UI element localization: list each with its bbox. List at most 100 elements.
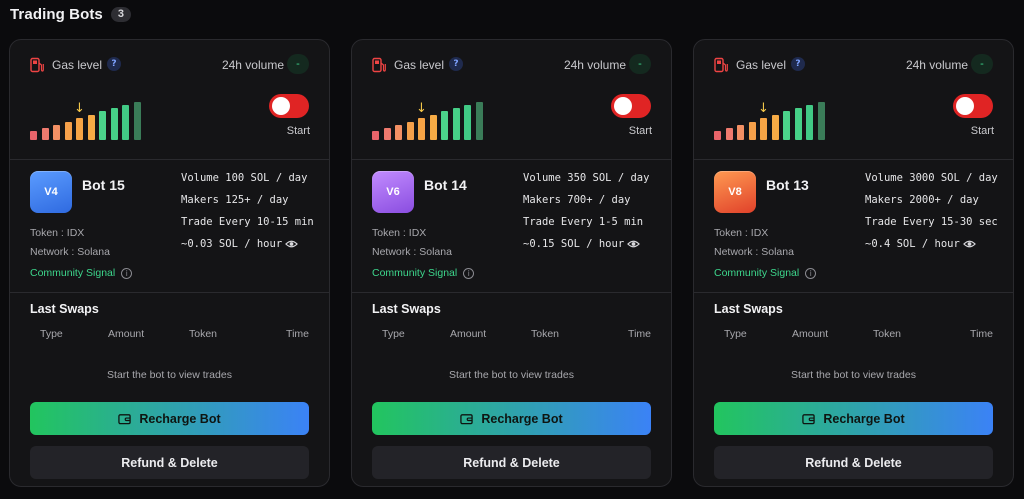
- column-time: Time: [970, 328, 993, 340]
- start-label: Start: [628, 125, 652, 137]
- fuel-pump-icon: [714, 57, 728, 73]
- divider: [10, 159, 329, 160]
- help-icon[interactable]: ?: [791, 57, 805, 71]
- gas-marker-arrow-icon: ↓: [416, 101, 427, 116]
- gas-bar: [714, 131, 721, 140]
- bot-stats: Volume 350 SOL / day Makers 700+ / day T…: [523, 170, 668, 258]
- stat-volume: Volume 3000 SOL / day: [865, 172, 998, 184]
- bot-card: Gas level ? 24h volume - ↓ Start V6 Bot …: [351, 39, 672, 487]
- gas-level-label: Gas level: [394, 58, 445, 72]
- bot-token: Token : IDX: [714, 227, 769, 239]
- gas-row: Gas level ? 24h volume -: [714, 54, 993, 74]
- fuel-pump-icon: [372, 57, 386, 73]
- refund-delete-button[interactable]: Refund & Delete: [372, 446, 651, 479]
- stat-trade-frequency: Trade Every 1-5 min: [523, 216, 644, 228]
- gas-bar: [418, 118, 425, 140]
- refund-delete-label: Refund & Delete: [121, 455, 218, 470]
- gas-marker-arrow-icon: ↓: [758, 101, 769, 116]
- bot-version-label: V6: [386, 186, 400, 198]
- recharge-bot-label: Recharge Bot: [139, 411, 221, 426]
- column-amount: Amount: [450, 328, 487, 340]
- page-header: Trading Bots 3: [10, 6, 131, 23]
- stat-makers: Makers 2000+ / day: [865, 194, 979, 206]
- bot-name: Bot 14: [424, 177, 467, 193]
- column-time: Time: [628, 328, 651, 340]
- gas-level-label: Gas level: [52, 58, 103, 72]
- start-toggle[interactable]: [953, 94, 993, 118]
- gas-bar: [771, 115, 779, 140]
- recharge-bot-button[interactable]: Recharge Bot: [714, 402, 993, 435]
- stat-volume: Volume 100 SOL / day: [181, 172, 308, 184]
- stat-cost: ~0.4 SOL / hour: [865, 236, 1010, 258]
- last-swaps-title: Last Swaps: [372, 302, 441, 316]
- column-token: Token: [531, 328, 560, 340]
- refund-delete-button[interactable]: Refund & Delete: [30, 446, 309, 479]
- eye-icon[interactable]: [285, 239, 299, 249]
- start-toggle[interactable]: [269, 94, 309, 118]
- info-icon[interactable]: i: [805, 267, 817, 279]
- column-type: Type: [724, 328, 747, 340]
- stat-cost: ~0.15 SOL / hour: [523, 236, 668, 258]
- gas-bar: [429, 115, 437, 140]
- community-signal-label: Community Signal: [714, 267, 800, 279]
- empty-swaps-message: Start the bot to view trades: [791, 369, 916, 381]
- volume-24h-value: -: [287, 54, 309, 74]
- gas-bar: [30, 131, 37, 140]
- recharge-bot-label: Recharge Bot: [481, 411, 563, 426]
- gas-bar: [475, 102, 483, 140]
- gas-bar: [372, 131, 379, 140]
- gas-row: Gas level ? 24h volume -: [30, 54, 309, 74]
- info-icon[interactable]: i: [121, 267, 133, 279]
- gas-bar: [406, 122, 414, 140]
- recharge-bot-button[interactable]: Recharge Bot: [30, 402, 309, 435]
- refund-delete-label: Refund & Delete: [805, 455, 902, 470]
- bot-name: Bot 15: [82, 177, 125, 193]
- bot-version-avatar: V6: [372, 171, 414, 213]
- last-swaps-title: Last Swaps: [714, 302, 783, 316]
- volume-24h-label: 24h volume: [221, 58, 284, 72]
- gas-marker-arrow-icon: ↓: [74, 101, 85, 116]
- start-label: Start: [970, 125, 994, 137]
- community-signal[interactable]: Community Signal i: [30, 267, 133, 279]
- info-icon[interactable]: i: [463, 267, 475, 279]
- gas-row: Gas level ? 24h volume -: [372, 54, 651, 74]
- gas-bar: [76, 118, 83, 140]
- help-icon[interactable]: ?: [449, 57, 463, 71]
- gas-bar: [817, 102, 825, 140]
- bot-network: Network : Solana: [372, 246, 452, 258]
- gas-level-gauge: ↓: [30, 88, 150, 140]
- gas-bar: [383, 128, 391, 140]
- community-signal-label: Community Signal: [30, 267, 116, 279]
- community-signal-label: Community Signal: [372, 267, 458, 279]
- divider: [694, 159, 1013, 160]
- gas-bar: [87, 115, 95, 140]
- recharge-bot-button[interactable]: Recharge Bot: [372, 402, 651, 435]
- gas-bar: [806, 105, 813, 140]
- help-icon[interactable]: ?: [107, 57, 121, 71]
- gas-bar: [783, 111, 790, 140]
- wallet-icon: [802, 413, 816, 424]
- start-label: Start: [286, 125, 310, 137]
- refund-delete-button[interactable]: Refund & Delete: [714, 446, 993, 479]
- toggle-knob: [956, 97, 974, 115]
- gas-bar: [748, 122, 756, 140]
- gas-bar: [452, 108, 460, 140]
- empty-swaps-message: Start the bot to view trades: [449, 369, 574, 381]
- gas-bar: [737, 125, 744, 140]
- community-signal[interactable]: Community Signal i: [372, 267, 475, 279]
- start-toggle[interactable]: [611, 94, 651, 118]
- community-signal[interactable]: Community Signal i: [714, 267, 817, 279]
- eye-icon[interactable]: [962, 239, 976, 249]
- stat-makers: Makers 125+ / day: [181, 194, 289, 206]
- gas-bar: [41, 128, 49, 140]
- eye-icon[interactable]: [627, 239, 641, 249]
- column-amount: Amount: [792, 328, 829, 340]
- last-swaps-title: Last Swaps: [30, 302, 99, 316]
- swaps-table-header: Type Amount Token Time: [372, 328, 651, 342]
- fuel-pump-icon: [30, 57, 44, 73]
- bot-version-label: V4: [44, 186, 58, 198]
- gas-bar: [441, 111, 448, 140]
- gas-bar: [64, 122, 72, 140]
- bot-version-avatar: V8: [714, 171, 756, 213]
- divider: [10, 292, 329, 293]
